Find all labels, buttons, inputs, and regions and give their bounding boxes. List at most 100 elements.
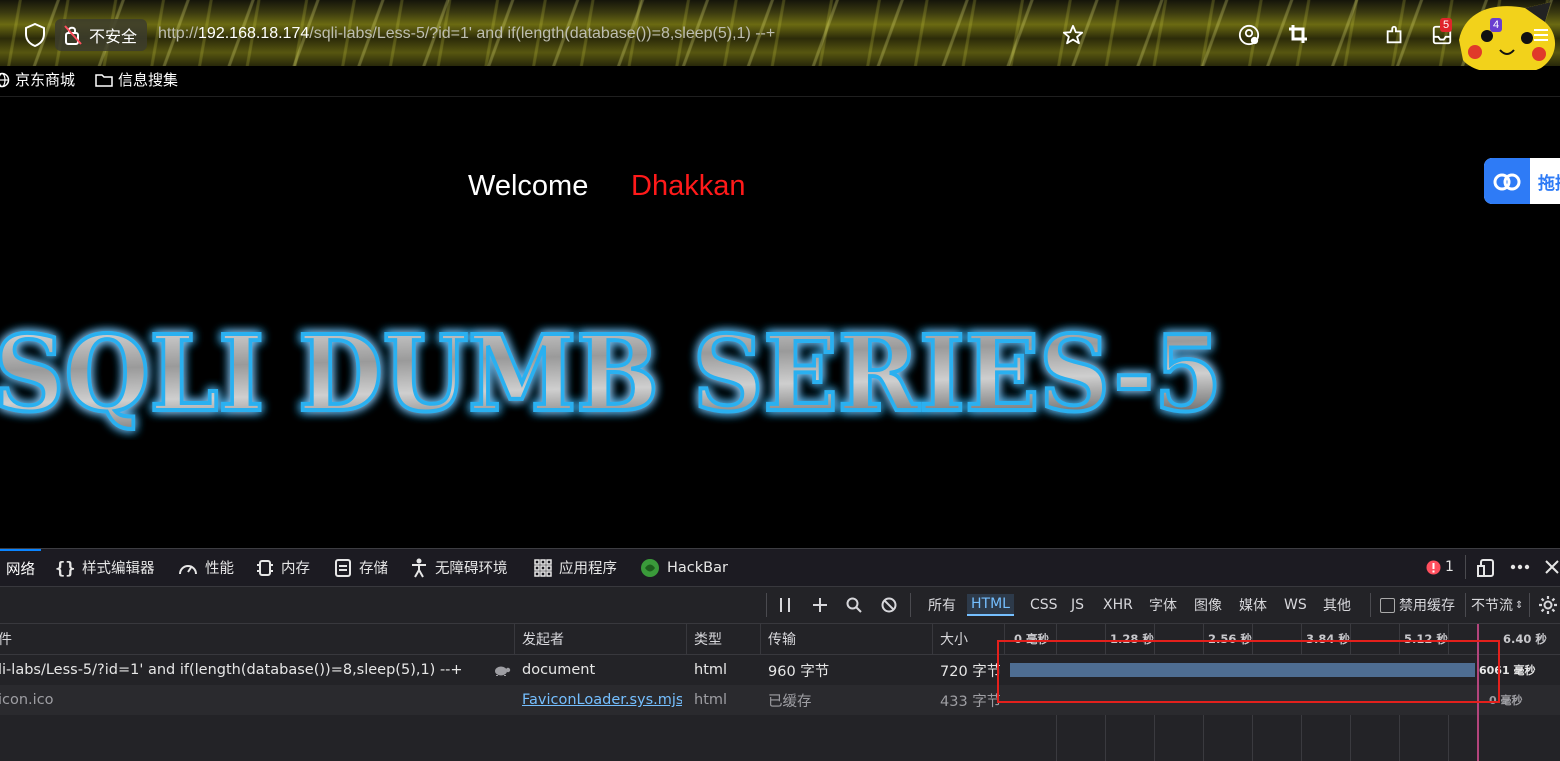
baidu-label: 拖拽 — [1538, 173, 1560, 194]
divider — [766, 593, 767, 617]
tab-label: 网络 — [6, 562, 35, 578]
tab-label: 存储 — [359, 561, 388, 577]
cloud-icon — [1484, 158, 1530, 204]
request-type: html — [694, 662, 728, 678]
tab-network[interactable]: 网络 — [0, 549, 41, 586]
checkbox-box — [1380, 597, 1395, 613]
insecure-indicator[interactable]: 不安全 — [55, 19, 148, 51]
baidu-netdisk-button[interactable]: 拖拽 — [1484, 158, 1560, 204]
request-initiator-link[interactable]: FaviconLoader.sys.mjs:... — [522, 685, 682, 715]
folder-icon — [95, 73, 113, 87]
chip-icon — [257, 559, 273, 576]
filter-html[interactable]: HTML — [967, 587, 1014, 623]
tab-storage[interactable]: 存储 — [334, 549, 388, 586]
column-initiator[interactable]: 发起者 — [522, 624, 564, 654]
tab-performance[interactable]: 性能 — [178, 549, 234, 586]
checkbox-label: 禁用缓存 — [1399, 598, 1455, 614]
tab-hackbar[interactable]: HackBar — [640, 549, 728, 586]
error-counter[interactable]: 1 — [1426, 559, 1454, 575]
extension-badge: 4 — [1490, 18, 1503, 32]
filter-fonts[interactable]: 字体 — [1149, 587, 1177, 623]
menu-icon[interactable] — [1532, 26, 1550, 44]
tab-label: 应用程序 — [559, 561, 617, 577]
add-icon[interactable] — [812, 597, 828, 613]
filter-media[interactable]: 媒体 — [1239, 587, 1267, 623]
filter-css[interactable]: CSS — [1030, 587, 1058, 623]
filter-all[interactable]: 所有 — [928, 587, 956, 623]
request-size: 433 字节 — [940, 693, 1000, 710]
divider — [910, 593, 911, 617]
welcome-name: Dhakkan — [631, 170, 746, 202]
timeline-tick: 6.40 秒 — [1503, 632, 1547, 646]
request-size: 720 字节 — [940, 663, 1000, 680]
filter-images[interactable]: 图像 — [1194, 587, 1222, 623]
request-file: icon.ico — [0, 692, 54, 708]
divider — [1465, 555, 1466, 579]
tab-style-editor[interactable]: {} 样式编辑器 — [55, 549, 155, 586]
request-transferred: 已缓存 — [768, 693, 812, 710]
error-icon — [1426, 560, 1441, 574]
account-icon[interactable] — [1238, 24, 1260, 46]
close-icon[interactable] — [1545, 560, 1559, 574]
disable-cache-checkbox[interactable]: 禁用缓存 — [1380, 587, 1455, 623]
pause-icon[interactable] — [778, 597, 792, 613]
search-icon[interactable] — [846, 597, 862, 613]
banner-text: SQLI DUMB SERIES-5 — [0, 312, 1222, 435]
filter-xhr[interactable]: XHR — [1103, 587, 1133, 623]
more-options-icon[interactable] — [1510, 564, 1530, 570]
url-bar[interactable]: http://192.168.18.174/sqli-labs/Less-5/?… — [158, 25, 775, 43]
browser-toolbar: 不安全 http://192.168.18.174/sqli-labs/Less… — [0, 0, 1560, 70]
tab-label: 内存 — [281, 561, 310, 577]
svg-text:{}: {} — [55, 559, 75, 577]
gauge-icon — [179, 564, 197, 574]
url-path: /sqli-labs/Less-5/?id=1' and if(length(d… — [309, 25, 776, 42]
tab-label: 性能 — [205, 561, 234, 577]
filter-ws[interactable]: WS — [1284, 587, 1307, 623]
welcome-text: Welcome — [468, 170, 589, 202]
column-size[interactable]: 大小 — [940, 624, 968, 654]
tab-application[interactable]: 应用程序 — [534, 549, 617, 586]
insecure-label: 不安全 — [89, 29, 138, 46]
bookmark-label: 京东商城 — [15, 71, 76, 89]
column-divider — [760, 624, 761, 654]
bookmarks-bar: 京东商城 信息搜集 — [0, 66, 1560, 97]
sqli-banner: SQLI DUMB SERIES-5 — [0, 310, 1224, 437]
request-type: html — [694, 692, 728, 708]
bookmark-jd[interactable]: 京东商城 — [0, 69, 75, 90]
crop-icon[interactable] — [1288, 24, 1308, 44]
throttling-select[interactable]: 不节流 ⇕ — [1471, 587, 1523, 623]
responsive-design-icon[interactable] — [1477, 558, 1497, 578]
gear-icon[interactable] — [1538, 595, 1558, 615]
network-filter-bar: 所有 HTML CSS JS XHR 字体 图像 媒体 WS 其他 禁用缓存 不… — [0, 587, 1560, 624]
tab-memory[interactable]: 内存 — [256, 549, 310, 586]
column-file[interactable]: 件 — [0, 624, 12, 654]
error-count: 1 — [1445, 559, 1454, 575]
lock-warning-icon — [64, 25, 82, 45]
column-divider — [932, 624, 933, 654]
bookmark-folder[interactable]: 信息搜集 — [95, 69, 178, 90]
clear-icon[interactable] — [881, 597, 897, 613]
highlight-annotation-box — [997, 640, 1500, 703]
column-transferred[interactable]: 传输 — [768, 624, 796, 654]
accessibility-icon — [412, 558, 426, 577]
turtle-icon — [495, 666, 511, 676]
filter-other[interactable]: 其他 — [1323, 587, 1351, 623]
globe-icon — [0, 72, 10, 87]
tab-label: 无障碍环境 — [435, 561, 508, 577]
tab-label: 样式编辑器 — [82, 561, 155, 577]
grid-icon — [534, 558, 552, 577]
bookmark-star-icon[interactable] — [1062, 24, 1084, 46]
tab-accessibility[interactable]: 无障碍环境 — [410, 549, 508, 586]
divider — [1370, 593, 1371, 617]
devtools-tabbar: 网络 {} 样式编辑器 性能 内存 存储 无障碍环境 应用程序 HackBar — [0, 549, 1560, 587]
tab-label: HackBar — [667, 559, 728, 576]
extensions-icon[interactable] — [1384, 24, 1406, 46]
shield-icon[interactable] — [24, 23, 46, 47]
column-type[interactable]: 类型 — [694, 624, 722, 654]
column-divider — [514, 624, 515, 654]
url-prefix: http:// — [158, 25, 199, 42]
filter-label: HTML — [967, 594, 1014, 616]
filter-js[interactable]: JS — [1071, 587, 1084, 623]
divider — [1529, 593, 1530, 617]
request-transferred: 960 字节 — [768, 663, 830, 680]
